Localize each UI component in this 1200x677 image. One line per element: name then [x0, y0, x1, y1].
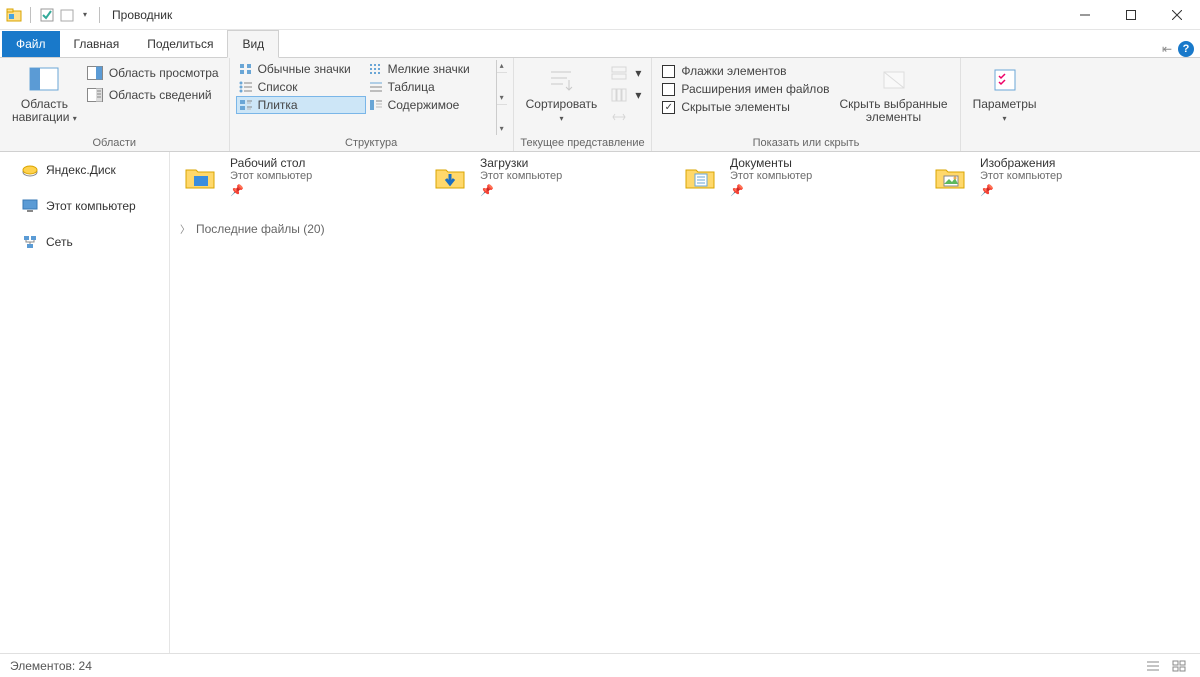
add-columns-icon — [611, 87, 627, 103]
checkbox-checked-icon: ✓ — [662, 101, 675, 114]
checkbox-unchecked-icon — [662, 65, 675, 78]
explorer-icon — [6, 7, 22, 23]
view-large-toggle[interactable] — [1168, 657, 1190, 675]
details-pane-icon — [87, 87, 103, 103]
nav-yandex-disk[interactable]: Яндекс.Диск — [0, 158, 169, 182]
tab-share[interactable]: Поделиться — [133, 31, 227, 57]
window-title: Проводник — [108, 8, 172, 22]
layout-table[interactable]: Таблица — [366, 78, 496, 96]
table-icon — [368, 79, 384, 95]
statusbar: Элементов: 24 — [0, 653, 1200, 677]
hide-selected-button[interactable]: Скрыть выбранные элементы — [834, 60, 954, 135]
tile-pictures[interactable]: Изображения Этот компьютер 📌 — [930, 156, 1160, 197]
pin-icon: 📌 — [480, 184, 494, 197]
ribbon-group-options: Параметры▾ — [961, 58, 1049, 151]
sort-icon — [545, 64, 577, 96]
folder-documents-icon — [680, 156, 720, 196]
explorer-body: Яндекс.Диск Этот компьютер Сеть Рабочий … — [0, 152, 1200, 653]
minimize-button[interactable] — [1062, 0, 1108, 30]
spin-expand-icon[interactable]: ▾ — [497, 123, 507, 135]
pin-icon: 📌 — [980, 184, 994, 197]
options-button[interactable]: Параметры▾ — [967, 60, 1043, 135]
group-label-show-hide: Показать или скрыть — [658, 135, 953, 151]
folder-pictures-icon — [930, 156, 970, 196]
spin-up-icon[interactable]: ▴ — [497, 60, 507, 73]
pin-icon: 📌 — [730, 184, 744, 197]
ribbon-pin-icon[interactable]: ⇤ — [1162, 42, 1172, 56]
ribbon: Область навигации ▾ Область просмотра Об… — [0, 58, 1200, 152]
preview-pane-button[interactable]: Область просмотра — [83, 62, 223, 84]
this-pc-icon — [22, 198, 38, 214]
frequent-folders: Рабочий стол Этот компьютер 📌 Загрузки Э… — [180, 156, 1190, 197]
tab-home[interactable]: Главная — [60, 31, 134, 57]
ribbon-group-layout: Обычные значки Список Плитка Мелкие знач… — [230, 58, 514, 151]
add-columns-button[interactable]: ▾ — [607, 84, 645, 106]
content-icon — [368, 97, 384, 113]
details-pane-button[interactable]: Область сведений — [83, 84, 223, 106]
layout-normal-icons[interactable]: Обычные значки — [236, 60, 366, 78]
yandex-disk-icon — [22, 162, 38, 178]
quick-access-toolbar: ▾ Проводник — [0, 7, 172, 23]
qat-dropdown-icon[interactable]: ▾ — [79, 10, 91, 19]
layout-list[interactable]: Список — [236, 78, 366, 96]
help-icon[interactable]: ? — [1178, 41, 1194, 57]
tab-file[interactable]: Файл — [2, 31, 60, 57]
file-extensions-toggle[interactable]: Расширения имен файлов — [658, 80, 833, 98]
group-label-panes: Области — [6, 135, 223, 151]
options-icon — [989, 64, 1021, 96]
item-checkboxes-toggle[interactable]: Флажки элементов — [658, 62, 833, 80]
titlebar: ▾ Проводник — [0, 0, 1200, 30]
ribbon-tabs: Файл Главная Поделиться Вид ⇤ ? — [0, 30, 1200, 58]
normal-icons-icon — [238, 61, 254, 77]
tiles-icon — [238, 97, 254, 113]
group-label-layout: Структура — [236, 135, 507, 151]
hide-selected-icon — [878, 64, 910, 96]
layout-spinner[interactable]: ▴ ▾ ▾ — [496, 60, 507, 135]
navigation-pane-icon — [28, 64, 60, 96]
details-pane-label: Область сведений — [109, 88, 212, 102]
window-controls — [1062, 0, 1200, 30]
recent-files-header[interactable]: 〉 Последние файлы (20) — [180, 215, 1190, 242]
folder-desktop-icon — [180, 156, 220, 196]
view-details-toggle[interactable] — [1142, 657, 1164, 675]
size-columns-icon — [611, 109, 627, 125]
new-folder-icon[interactable] — [59, 7, 75, 23]
navigation-pane-label: Область навигации ▾ — [12, 98, 77, 125]
nav-network[interactable]: Сеть — [0, 230, 169, 254]
properties-icon[interactable] — [39, 7, 55, 23]
status-item-count: Элементов: 24 — [10, 659, 92, 673]
navigation-pane-button[interactable]: Область навигации ▾ — [6, 60, 83, 135]
hidden-items-toggle[interactable]: ✓Скрытые элементы — [658, 98, 833, 116]
checkbox-unchecked-icon — [662, 83, 675, 96]
tile-documents[interactable]: Документы Этот компьютер 📌 — [680, 156, 910, 197]
preview-pane-icon — [87, 65, 103, 81]
content-area[interactable]: Рабочий стол Этот компьютер 📌 Загрузки Э… — [170, 152, 1200, 653]
tile-desktop[interactable]: Рабочий стол Этот компьютер 📌 — [180, 156, 410, 197]
tab-view[interactable]: Вид — [227, 30, 279, 58]
ribbon-group-current-view: Сортировать▾ ▾ ▾ Текущее представление — [514, 58, 653, 151]
group-label-current-view: Текущее представление — [520, 135, 646, 151]
ribbon-group-panes: Область навигации ▾ Область просмотра Об… — [0, 58, 230, 151]
group-by-button[interactable]: ▾ — [607, 62, 645, 84]
maximize-button[interactable] — [1108, 0, 1154, 30]
list-icon — [238, 79, 254, 95]
layout-content[interactable]: Содержимое — [366, 96, 496, 114]
layout-tiles[interactable]: Плитка — [236, 96, 366, 114]
layout-small-icons[interactable]: Мелкие значки — [366, 60, 496, 78]
close-button[interactable] — [1154, 0, 1200, 30]
nav-this-pc[interactable]: Этот компьютер — [0, 194, 169, 218]
network-icon — [22, 234, 38, 250]
size-columns-button[interactable] — [607, 106, 645, 128]
small-icons-icon — [368, 61, 384, 77]
chevron-right-icon: 〉 — [180, 221, 190, 236]
ribbon-group-show-hide: Флажки элементов Расширения имен файлов … — [652, 58, 960, 151]
folder-downloads-icon — [430, 156, 470, 196]
navigation-pane: Яндекс.Диск Этот компьютер Сеть — [0, 152, 170, 653]
spin-down-icon[interactable]: ▾ — [497, 92, 507, 105]
sort-button[interactable]: Сортировать▾ — [520, 60, 604, 135]
group-by-icon — [611, 65, 627, 81]
preview-pane-label: Область просмотра — [109, 66, 219, 80]
tile-downloads[interactable]: Загрузки Этот компьютер 📌 — [430, 156, 660, 197]
pin-icon: 📌 — [230, 184, 244, 197]
